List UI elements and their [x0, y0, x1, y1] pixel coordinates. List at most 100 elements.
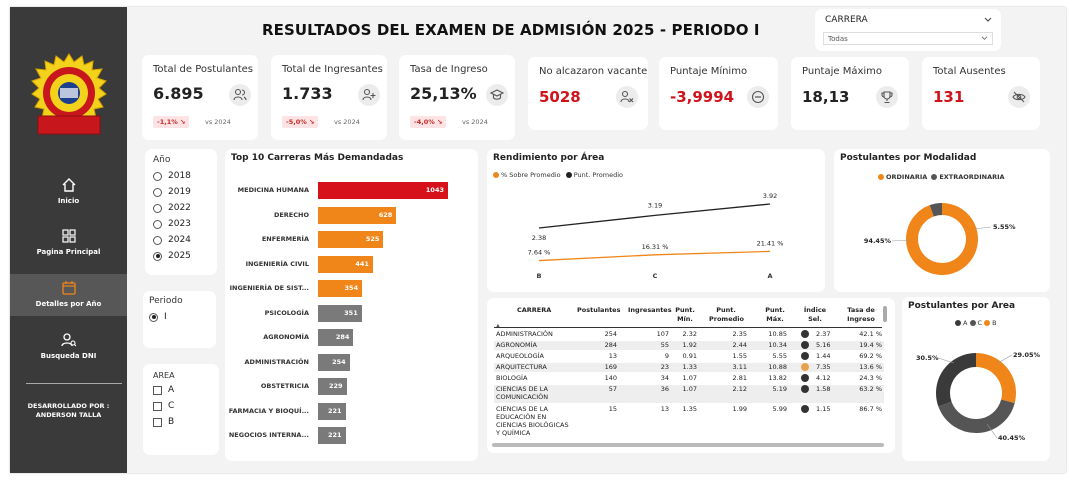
bar-row[interactable]: FARMACIA Y BIOQUÍ... 221 [225, 402, 465, 421]
table-cell: ARQUITECTURA [496, 363, 547, 371]
bar-label: ENFERMERÍA [261, 235, 309, 243]
nav-pagina-principal[interactable]: Pagina Principal [10, 228, 127, 256]
developer-credit: DESARROLLADO POR : ANDERSON TALLA [10, 402, 127, 420]
kpi-change-badge: -5,0% ↘ [282, 116, 319, 128]
table-vertical-scrollbar[interactable] [883, 306, 887, 322]
year-option-2024[interactable]: 2024 [153, 232, 209, 248]
donut-slice[interactable] [929, 203, 943, 217]
table-header-cell[interactable]: Punt. Promedio [709, 306, 744, 324]
bar-row[interactable]: ADMINISTRACIÓN 254 [225, 353, 465, 372]
table-row[interactable]: ADMINISTRACIÓN 254 107 2.32 2.35 10.85 2.37 42.… [494, 330, 884, 339]
bar-row[interactable]: INGENIERÍA CIVIL 441 [225, 255, 465, 274]
table-cell: 5.16 [816, 341, 831, 349]
bar-value-label: 254 [332, 357, 346, 366]
table-header-cell[interactable]: CARRERA [517, 306, 551, 315]
kpi-value: 18,13 [802, 88, 850, 106]
table-row[interactable]: ARQUITECTURA 169 23 1.33 3.11 10.88 7.35 13.6 % [494, 363, 884, 372]
table-cell: 169 [604, 363, 617, 371]
nav-detalles-por-anio[interactable]: Detalles por Año [10, 274, 127, 316]
table-row[interactable]: CIENCIAS DE LA EDUCACIÓN EN CIENCIAS BIO… [494, 405, 884, 441]
bar[interactable]: 221 [318, 427, 346, 444]
bar[interactable]: 229 [318, 378, 347, 395]
table-header-cell[interactable]: Postulantes [577, 306, 620, 315]
table-header-cell[interactable]: Índice Sel. [803, 306, 827, 324]
bar[interactable]: 221 [318, 402, 346, 420]
bar-row[interactable]: ENFERMERÍA 525 [225, 231, 465, 249]
area-option-c[interactable]: C [153, 398, 209, 414]
bar-row[interactable]: NEGOCIOS INTERNA... 221 [225, 427, 465, 445]
data-label: 21.41 % [757, 239, 784, 247]
x-tick-label: A [767, 272, 772, 280]
bar-row[interactable]: INGENIERÍA DE SIST... 354 [225, 280, 465, 298]
bar-row[interactable]: AGRONOMÍA 284 [225, 329, 465, 347]
area-option-b[interactable]: B [153, 414, 209, 430]
year-option-2025[interactable]: 2025 [153, 248, 209, 264]
bar[interactable]: 284 [318, 329, 354, 346]
bar[interactable]: 351 [318, 304, 362, 322]
bar-label: INGENIERÍA CIVIL [245, 259, 309, 268]
table-header-cell[interactable]: Ingresantes [628, 306, 672, 315]
table-row[interactable]: AGRONOMÍA 284 55 1.92 2.44 10.34 5.16 19.4 % [494, 341, 884, 350]
table-header-cell[interactable]: Punt. Máx. [765, 306, 785, 324]
table-header-cell[interactable]: Punt. Mín. [675, 306, 695, 324]
carrera-filter[interactable]: CARRERA Todas [815, 9, 1001, 51]
carrera-select-value: Todas [828, 35, 848, 43]
bar-row[interactable]: DERECHO 628 [225, 206, 465, 225]
trophy-icon [876, 86, 898, 108]
bar[interactable]: 354 [318, 280, 363, 297]
data-label: 30.5% [916, 354, 939, 362]
kpi-comparison: vs 2024 [462, 118, 488, 126]
table-cell: 10.88 [768, 363, 787, 371]
table-cell: 15 [608, 405, 617, 413]
bar-label: AGRONOMÍA [263, 333, 309, 341]
bar[interactable]: 525 [318, 231, 384, 248]
year-option-2022[interactable]: 2022 [153, 200, 209, 216]
table-cell: 5.99 [772, 405, 787, 413]
table-row[interactable]: CIENCIAS DE LA COMUNICACIÓN 57 36 1.07 2.12 5… [494, 385, 884, 403]
donut-slice[interactable] [975, 353, 1016, 404]
area-option-a[interactable]: A [153, 382, 209, 398]
bar[interactable]: 254 [318, 353, 350, 371]
bar-row[interactable]: MEDICINA HUMANA 1043 [225, 182, 465, 200]
bar[interactable]: 1043 [318, 182, 448, 199]
donut-slice[interactable] [938, 399, 1015, 433]
bar[interactable]: 441 [318, 255, 373, 273]
nav-busqueda-dni[interactable]: Busqueda DNI [10, 332, 127, 360]
table-cell: 42.1 % [859, 330, 882, 338]
table-horizontal-scrollbar[interactable] [492, 443, 884, 447]
table-header-cell[interactable]: Tasa de Ingreso [845, 306, 877, 324]
dashboard-icon [61, 229, 76, 243]
donut-slice[interactable] [906, 203, 978, 275]
year-option-2023[interactable]: 2023 [153, 216, 209, 232]
table-cell: 10.85 [768, 330, 787, 338]
bar-value-label: 354 [344, 284, 359, 292]
table-row[interactable]: ARQUEOLOGÍA 13 9 0.91 1.55 5.55 1.44 69.2 % [494, 352, 884, 361]
bar-label: MEDICINA HUMANA [237, 186, 309, 194]
table-cell: 1.99 [732, 405, 747, 413]
table-cell: BIOLOGÍA [496, 374, 528, 382]
bar-row[interactable]: PSICOLOGÍA 351 [225, 304, 465, 323]
bar-row[interactable]: OBSTETRICIA 229 [225, 378, 465, 396]
modalidad-donut: 94.45% 5.55% [864, 203, 1016, 275]
graduation-cap-icon [486, 84, 508, 106]
table-cell: 34 [660, 374, 669, 382]
kpi-label: Tasa de Ingreso [410, 64, 488, 75]
chevron-down-icon[interactable] [984, 17, 992, 23]
kpi-total-ingresantes: Total de Ingresantes 1.733 -5,0% ↘ vs 20… [271, 55, 387, 140]
table-cell: 1.44 [816, 352, 831, 360]
periodo-slicer-title: Periodo [149, 296, 183, 306]
sort-caret-icon[interactable]: ▲ [496, 323, 500, 329]
table-cell: 3.11 [732, 363, 747, 371]
calendar-icon [61, 281, 76, 295]
bar[interactable]: 628 [318, 206, 397, 224]
year-option-2019[interactable]: 2019 [153, 184, 209, 200]
periodo-option-i[interactable]: I [149, 309, 210, 325]
table-cell: 2.44 [732, 341, 747, 349]
kpi-value: 5028 [539, 88, 581, 106]
donut-slice[interactable] [936, 353, 977, 407]
carrera-select[interactable]: Todas [823, 32, 993, 45]
year-option-2018[interactable]: 2018 [153, 168, 209, 184]
table-row[interactable]: BIOLOGÍA 140 34 1.07 2.81 13.82 4.12 24.3 % [494, 374, 884, 383]
data-label: 3.19 [648, 201, 662, 209]
nav-inicio[interactable]: Inicio [10, 177, 127, 205]
